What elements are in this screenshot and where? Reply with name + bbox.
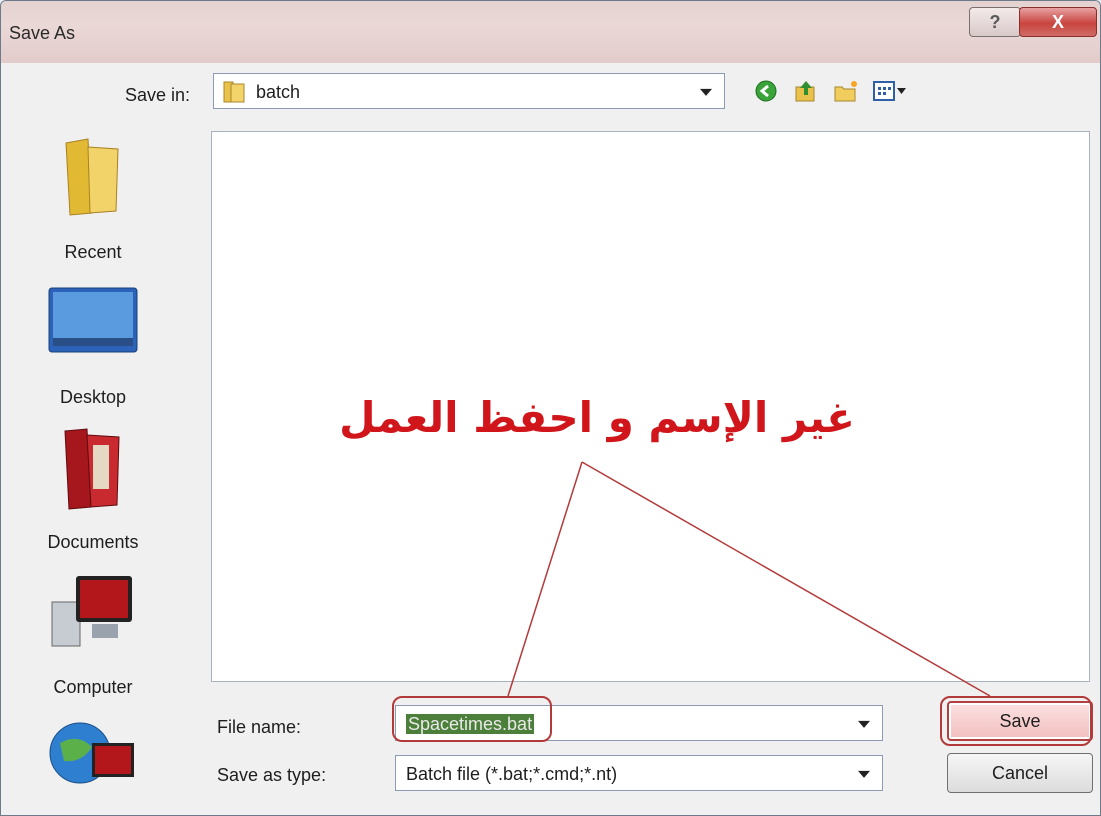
pointer-line-save bbox=[581, 461, 991, 697]
pointer-line-file-name bbox=[507, 461, 583, 697]
annotation-pointer-lines bbox=[507, 461, 991, 697]
